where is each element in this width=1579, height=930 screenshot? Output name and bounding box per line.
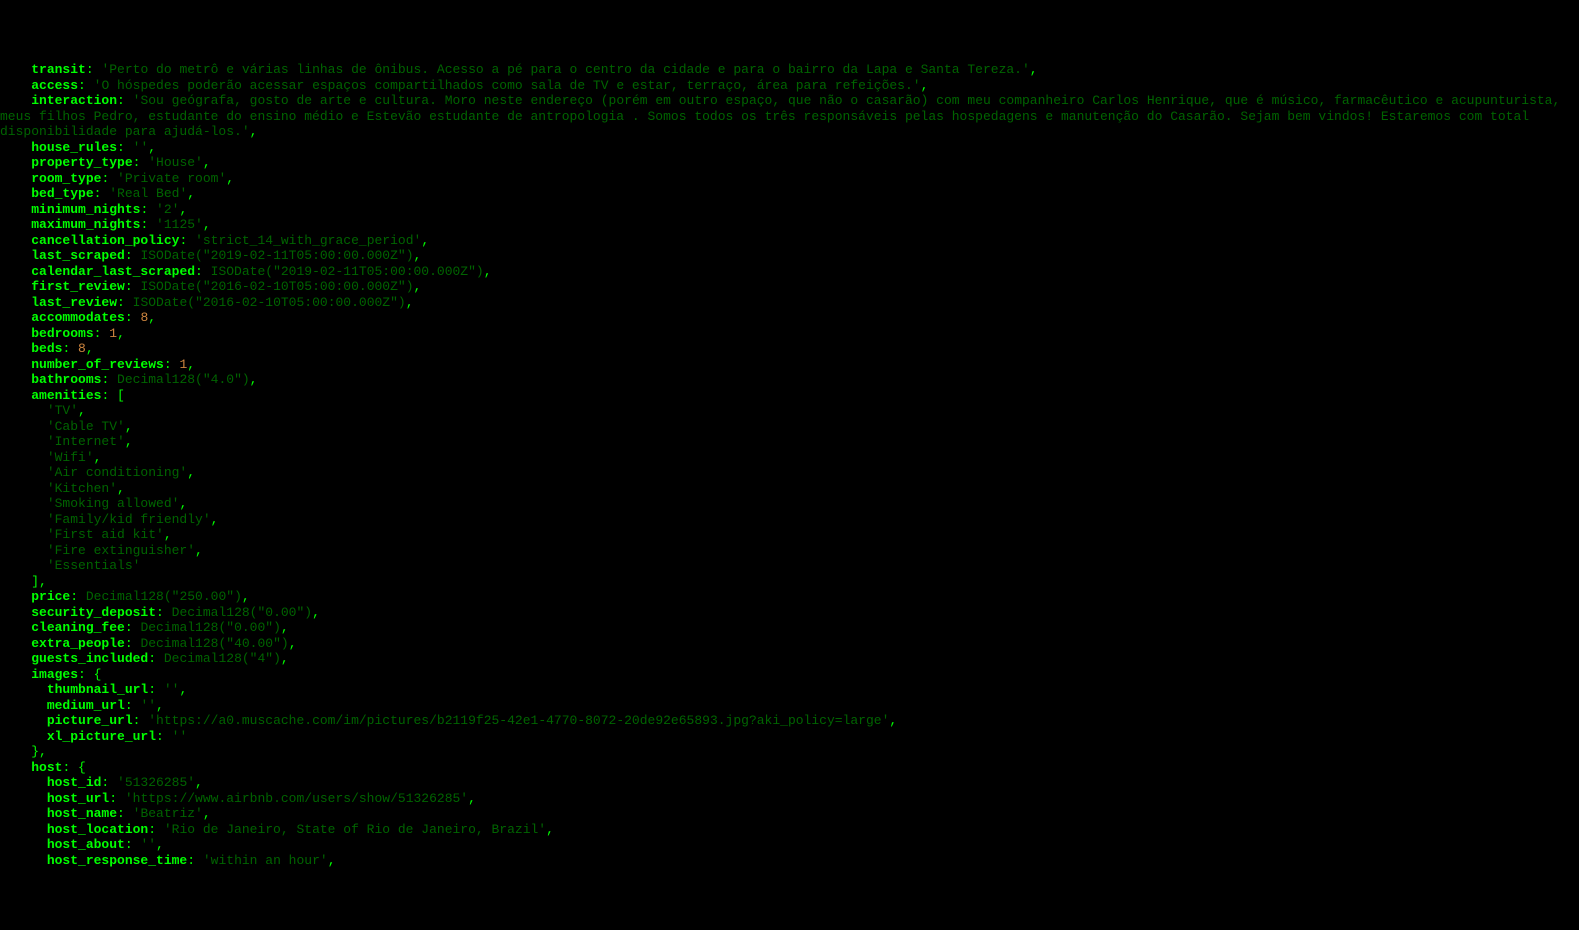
- console-output[interactable]: transit: 'Perto do metrô e várias linhas…: [0, 62, 1579, 868]
